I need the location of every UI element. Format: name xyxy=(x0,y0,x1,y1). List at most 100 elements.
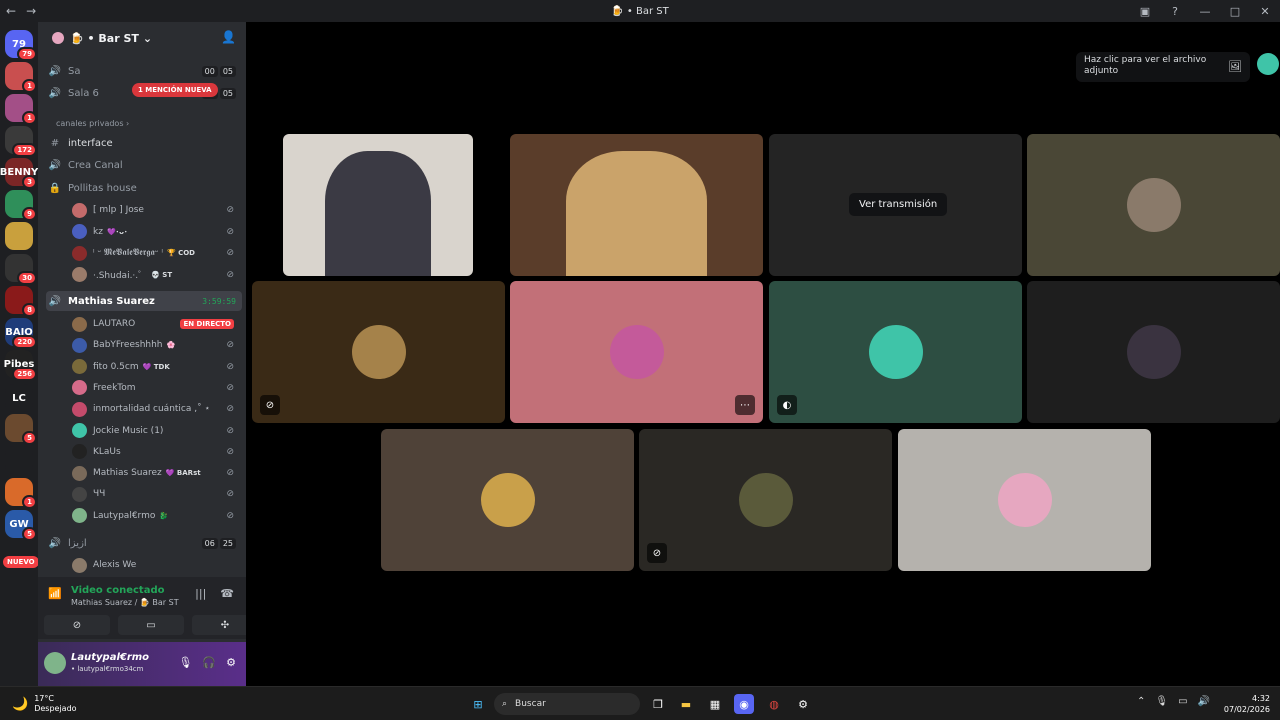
user-name: kz xyxy=(93,226,103,237)
camera-tile[interactable] xyxy=(283,134,473,276)
volume-icon[interactable]: 🔊 xyxy=(1198,696,1210,707)
avatar xyxy=(1126,325,1181,379)
clock[interactable]: 4:32 07/02/2026 xyxy=(1224,693,1270,715)
new-servers-pill[interactable]: NUEVO xyxy=(3,556,38,568)
activities-button[interactable]: ✣ xyxy=(192,615,246,635)
new-mention-pill[interactable]: 1 MENCIÓN NUEVA xyxy=(132,83,218,97)
participant-tile[interactable] xyxy=(381,429,634,571)
muted-icon: ⊘ xyxy=(226,446,234,457)
voice-user[interactable]: fito 0.5cm 💜 TDK ⊘ xyxy=(72,357,238,377)
channel-pollitas-house[interactable]: 🔒 Pollitas house xyxy=(46,178,242,198)
server-icon[interactable]: 1 xyxy=(5,94,37,125)
close-button[interactable]: ✕ xyxy=(1250,5,1280,18)
attachment-hint[interactable]: Haz clic para ver el archivo adjunto 🖼 xyxy=(1076,52,1250,82)
speaker-icon: 🔊 xyxy=(48,537,62,549)
voice-user[interactable]: [ mlp ] Jose ⊘ xyxy=(72,200,238,220)
app-icon[interactable]: ⚙ xyxy=(793,694,813,714)
disconnect-icon[interactable]: ☎ xyxy=(220,587,234,600)
signal-icon[interactable]: 📶 xyxy=(48,587,62,600)
participant-tile[interactable] xyxy=(1027,281,1280,423)
headphones-icon[interactable]: 🎧 xyxy=(202,656,216,669)
chrome-icon[interactable]: ◍ xyxy=(764,694,784,714)
server-icon[interactable]: BAJO 220 xyxy=(5,318,37,349)
participant-tile[interactable]: ⊘ xyxy=(639,429,892,571)
network-icon[interactable]: ▭ xyxy=(1178,696,1187,707)
noise-suppression-icon[interactable]: ||| xyxy=(195,587,206,600)
server-icon[interactable]: 9 xyxy=(5,190,37,221)
category-private-channels[interactable]: canales privados › xyxy=(56,119,129,128)
voice-user[interactable]: FreekTom ⊘ xyxy=(72,378,238,398)
search-box[interactable]: ⌕ Buscar xyxy=(494,693,640,715)
avatar xyxy=(72,557,87,573)
voice-user[interactable]: KLaUs ⊘ xyxy=(72,442,238,462)
server-icon[interactable]: 8 xyxy=(5,286,37,317)
stream-tile[interactable]: Ver transmisión xyxy=(769,134,1022,276)
server-header[interactable]: 🍺 • Bar ST ⌄ 👤 xyxy=(38,22,246,54)
voice-user[interactable]: inmortalidad cuántica ,˚ ⋆ ⊘ xyxy=(72,399,238,419)
server-icon[interactable]: BENNY 3 xyxy=(0,158,38,189)
voice-user[interactable]: Mathias Suarez 💜 BARst ⊘ xyxy=(72,463,238,483)
voice-status[interactable]: Video conectado xyxy=(71,585,164,596)
participant-tile[interactable] xyxy=(898,429,1151,571)
gear-icon[interactable]: ⚙ xyxy=(226,656,236,669)
weather-widget[interactable]: 🌙 17°C Despejado xyxy=(12,694,77,714)
maximize-button[interactable]: □ xyxy=(1220,5,1250,18)
watch-stream-button[interactable]: Ver transmisión xyxy=(849,193,948,216)
channel-interface[interactable]: # interface xyxy=(46,133,242,153)
server-icon[interactable]: 172 xyxy=(5,126,37,157)
voice-location[interactable]: Mathias Suarez / 🍺 Bar ST xyxy=(71,598,179,607)
server-icon[interactable]: 1 xyxy=(5,62,37,93)
chevron-up-icon[interactable]: ⌃ xyxy=(1137,696,1145,707)
invite-icon[interactable]: 👤 xyxy=(221,30,236,44)
task-view-icon[interactable]: ❐ xyxy=(648,694,668,714)
avatar xyxy=(72,444,87,460)
camera-off-button[interactable]: ⊘ xyxy=(44,615,110,635)
voice-user[interactable]: kz 💜･ᴗ･ ⊘ xyxy=(72,222,238,242)
server-icon[interactable]: Pibes 256 xyxy=(4,350,37,381)
back-arrow-icon[interactable]: ← xyxy=(6,4,16,18)
participant-tile[interactable]: ⋯ xyxy=(510,281,763,423)
server-icon[interactable]: 30 xyxy=(5,254,37,285)
user-name[interactable]: Lautypal€rmo xyxy=(71,652,149,663)
voice-user[interactable]: Alexis We xyxy=(72,555,238,575)
more-options-icon[interactable]: ⋯ xyxy=(735,395,755,415)
voice-user[interactable]: LAUTARO EN DIRECTO xyxy=(72,314,238,334)
microphone-icon[interactable]: 🎙 xyxy=(178,656,192,669)
server-icon[interactable]: 79 79 xyxy=(5,30,37,61)
camera-tile[interactable] xyxy=(510,134,763,276)
participant-tile[interactable] xyxy=(1027,134,1280,276)
avatar xyxy=(72,465,87,481)
server-icon[interactable]: 5 xyxy=(5,414,37,445)
server-icon[interactable]: LC xyxy=(5,384,33,412)
channel-mathias-suarez[interactable]: 🔊 Mathias Suarez 3:59:59 xyxy=(46,291,242,311)
voice-user[interactable]: ᵎ ᵕ 𝕸𝖊𝖁𝖆𝖑𝖊𝖁𝖊𝖗𝖌𝖆ᵕ ᵎ 🏆 COD ⊘ xyxy=(72,243,238,263)
minimize-button[interactable]: — xyxy=(1190,5,1220,18)
help-icon[interactable]: ? xyxy=(1160,5,1190,18)
start-icon[interactable]: ⊞ xyxy=(468,694,488,714)
avatar[interactable] xyxy=(1257,53,1279,75)
inbox-icon[interactable]: ▣ xyxy=(1130,5,1160,18)
channel-crea-canal[interactable]: 🔊 Crea Canal xyxy=(46,155,242,175)
store-icon[interactable]: ▦ xyxy=(705,694,725,714)
participant-tile[interactable]: ⊘ xyxy=(252,281,505,423)
server-icon[interactable] xyxy=(5,446,33,474)
microphone-icon[interactable]: 🎙 xyxy=(1155,696,1168,707)
avatar[interactable] xyxy=(44,652,66,674)
voice-user[interactable]: Lautypal€rmo 🐉 ⊘ xyxy=(72,506,238,526)
channel-last[interactable]: 🔊 ازيزا 06 25 xyxy=(46,533,242,553)
server-icon[interactable] xyxy=(5,222,33,250)
participant-tile[interactable]: ◐ xyxy=(769,281,1022,423)
voice-user[interactable]: Jockie Music (1) ⊘ xyxy=(72,421,238,441)
voice-user[interactable]: ЧЧ ⊘ xyxy=(72,484,238,504)
discord-icon[interactable]: ◉ xyxy=(734,694,754,714)
server-name: 🍺 • Bar ST xyxy=(70,31,139,45)
server-icon[interactable]: 1 xyxy=(5,478,37,509)
voice-user[interactable]: ·.Shudai.·.゜ 💀 ST ⊘ xyxy=(72,265,238,285)
forward-arrow-icon[interactable]: → xyxy=(26,4,36,18)
screen-share-button[interactable]: ▭ xyxy=(118,615,184,635)
server-icon[interactable]: GW 5 xyxy=(5,510,37,541)
channel-sala-5[interactable]: 🔊 Sa 00 05 xyxy=(46,61,242,81)
muted-icon: ⊘ xyxy=(260,395,280,415)
voice-user[interactable]: BabYFreeshhhh 🌸 ⊘ xyxy=(72,335,238,355)
folder-icon[interactable]: ▬ xyxy=(676,694,696,714)
